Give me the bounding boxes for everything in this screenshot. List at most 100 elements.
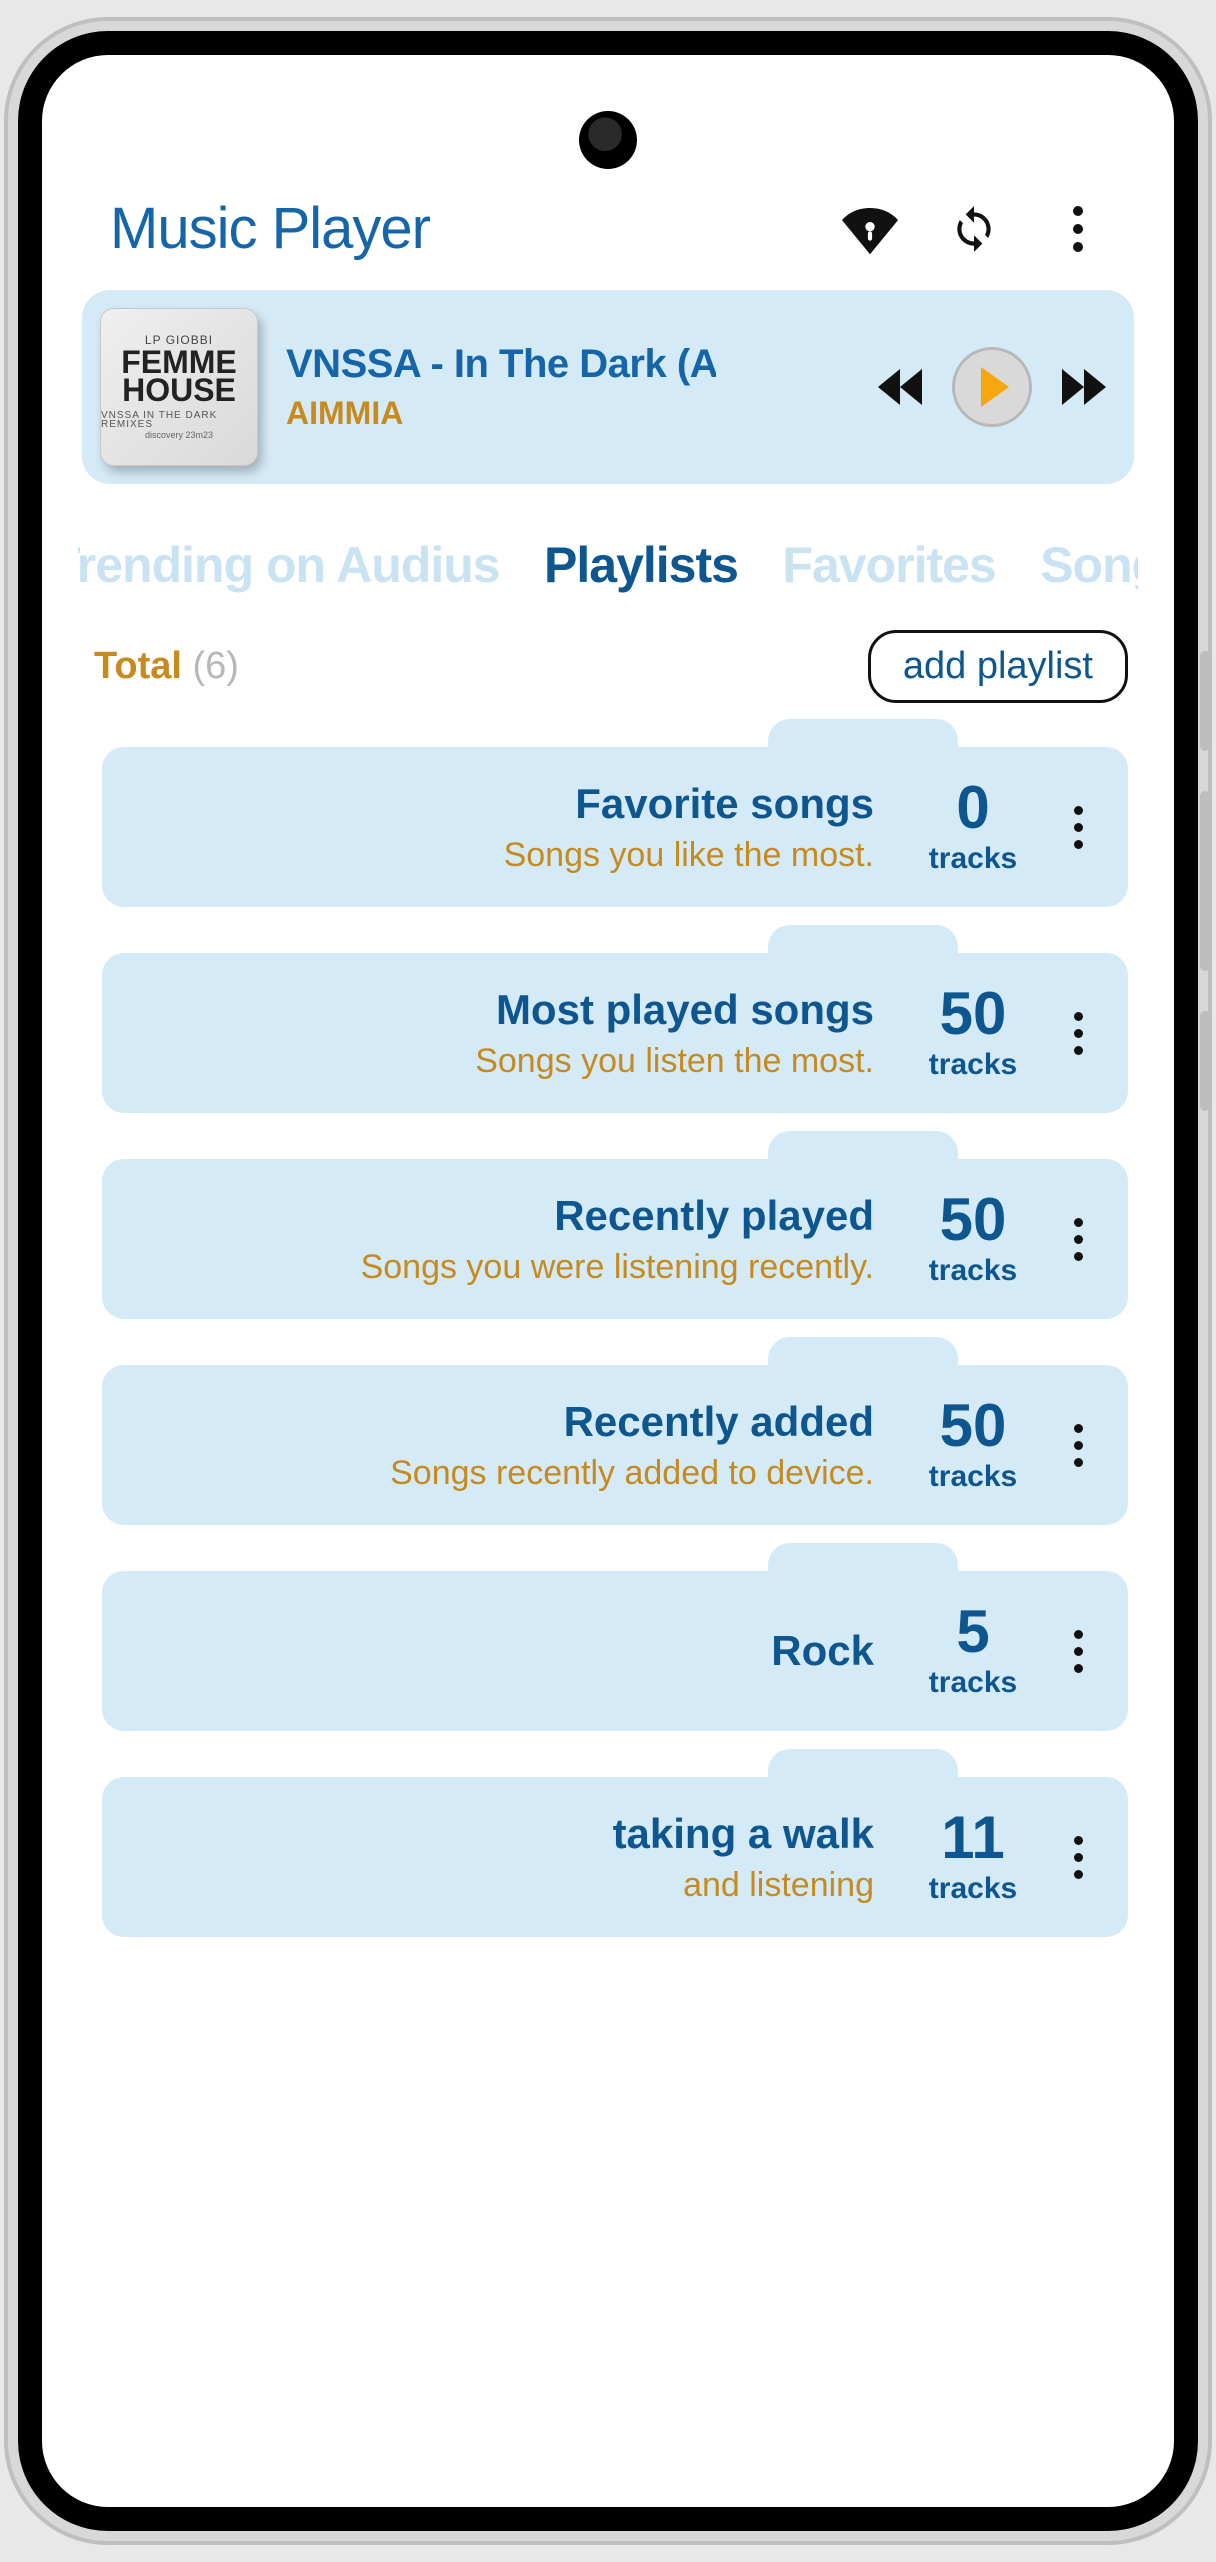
album-art-text: HOUSE bbox=[122, 376, 236, 405]
playlist-count: 50 tracks bbox=[898, 1190, 1048, 1288]
playlist-title: Recently added bbox=[132, 1398, 874, 1446]
dots-vertical-icon bbox=[1074, 1630, 1083, 1673]
playlist-title: Favorite songs bbox=[132, 780, 874, 828]
playlist-menu-button[interactable] bbox=[1048, 1218, 1108, 1261]
tab-playlists[interactable]: Playlists bbox=[544, 536, 738, 594]
playlist-count: 5 tracks bbox=[898, 1602, 1048, 1700]
album-art: LP GIOBBI FEMME HOUSE VNSSA IN THE DARK … bbox=[100, 308, 258, 466]
playlist-count-number: 50 bbox=[898, 1396, 1048, 1456]
play-icon bbox=[981, 367, 1009, 407]
side-button bbox=[1200, 791, 1210, 971]
row-tab-decoration bbox=[768, 1749, 958, 1809]
playlist-count-number: 5 bbox=[898, 1602, 1048, 1662]
add-playlist-button[interactable]: add playlist bbox=[868, 630, 1128, 703]
playlist-menu-button[interactable] bbox=[1048, 1424, 1108, 1467]
summary-row: Total (6) add playlist bbox=[78, 630, 1138, 703]
playlist-info: taking a walk and listening bbox=[132, 1810, 898, 1905]
header-actions bbox=[842, 201, 1106, 257]
screen: Music Player LP GIOBBI FEM bbox=[42, 55, 1174, 2507]
tab-songs[interactable]: Songs bbox=[1040, 536, 1138, 594]
playlist-list: Favorite songs Songs you like the most. … bbox=[78, 747, 1138, 1937]
side-button bbox=[1200, 1011, 1210, 1111]
sync-icon[interactable] bbox=[946, 201, 1002, 257]
now-playing-artist: AIMMIA bbox=[286, 395, 716, 432]
playlist-row[interactable]: Recently added Songs recently added to d… bbox=[102, 1365, 1128, 1525]
dots-vertical-icon bbox=[1074, 1012, 1083, 1055]
playlist-subtitle: Songs you like the most. bbox=[132, 836, 874, 875]
total-label: Total (6) bbox=[94, 645, 239, 688]
next-button[interactable] bbox=[1062, 369, 1106, 405]
playlist-info: Favorite songs Songs you like the most. bbox=[132, 780, 898, 875]
playlist-count-label: tracks bbox=[898, 1460, 1048, 1494]
playback-controls bbox=[878, 347, 1106, 427]
playlist-title: Recently played bbox=[132, 1192, 874, 1240]
playlist-count: 50 tracks bbox=[898, 984, 1048, 1082]
playlist-row[interactable]: taking a walk and listening 11 tracks bbox=[102, 1777, 1128, 1937]
wifi-icon[interactable] bbox=[842, 201, 898, 257]
playlist-subtitle: Songs you listen the most. bbox=[132, 1042, 874, 1081]
playlist-menu-button[interactable] bbox=[1048, 1836, 1108, 1879]
playlist-subtitle: Songs you were listening recently. bbox=[132, 1248, 874, 1287]
row-tab-decoration bbox=[768, 1543, 958, 1603]
playlist-count-label: tracks bbox=[898, 1048, 1048, 1082]
playlist-count-label: tracks bbox=[898, 1666, 1048, 1700]
now-playing-title: VNSSA - In The Dark (AIMMIA bbox=[286, 342, 716, 387]
playlist-count-label: tracks bbox=[898, 1872, 1048, 1906]
playlist-title: Rock bbox=[132, 1627, 874, 1675]
tab-favorites[interactable]: Favorites bbox=[782, 536, 995, 594]
playlist-menu-button[interactable] bbox=[1048, 806, 1108, 849]
total-word: Total bbox=[94, 645, 182, 687]
playlist-row[interactable]: Rock 5 tracks bbox=[102, 1571, 1128, 1731]
playlist-info: Recently played Songs you were listening… bbox=[132, 1192, 898, 1287]
playlist-count-label: tracks bbox=[898, 1254, 1048, 1288]
tab-trending[interactable]: Trending on Audius bbox=[78, 536, 500, 594]
app-title: Music Player bbox=[110, 195, 430, 262]
now-playing-bar[interactable]: LP GIOBBI FEMME HOUSE VNSSA IN THE DARK … bbox=[82, 290, 1134, 484]
playlist-count-label: tracks bbox=[898, 842, 1048, 876]
camera-notch bbox=[579, 111, 637, 169]
play-button[interactable] bbox=[952, 347, 1032, 427]
row-tab-decoration bbox=[768, 925, 958, 985]
playlist-info: Recently added Songs recently added to d… bbox=[132, 1398, 898, 1493]
playlist-card: Recently played Songs you were listening… bbox=[102, 1159, 1128, 1319]
playlist-card: Favorite songs Songs you like the most. … bbox=[102, 747, 1128, 907]
dots-vertical-icon bbox=[1074, 806, 1083, 849]
playlist-title: taking a walk bbox=[132, 1810, 874, 1858]
playlist-count-number: 50 bbox=[898, 1190, 1048, 1250]
row-tab-decoration bbox=[768, 1337, 958, 1397]
playlist-count: 11 tracks bbox=[898, 1808, 1048, 1906]
playlist-subtitle: Songs recently added to device. bbox=[132, 1454, 874, 1493]
playlist-row[interactable]: Recently played Songs you were listening… bbox=[102, 1159, 1128, 1319]
overflow-menu-icon[interactable] bbox=[1050, 201, 1106, 257]
dots-vertical-icon bbox=[1074, 1424, 1083, 1467]
playlist-menu-button[interactable] bbox=[1048, 1630, 1108, 1673]
dots-vertical-icon bbox=[1074, 1836, 1083, 1879]
playlist-subtitle: and listening bbox=[132, 1866, 874, 1905]
previous-button[interactable] bbox=[878, 369, 922, 405]
playlist-count: 0 tracks bbox=[898, 778, 1048, 876]
album-art-text: VNSSA IN THE DARK REMIXES bbox=[101, 411, 257, 429]
playlist-row[interactable]: Most played songs Songs you listen the m… bbox=[102, 953, 1128, 1113]
dots-vertical-icon bbox=[1074, 1218, 1083, 1261]
playlist-card: Rock 5 tracks bbox=[102, 1571, 1128, 1731]
now-playing-info: VNSSA - In The Dark (AIMMIA AIMMIA bbox=[286, 342, 716, 432]
app-header: Music Player bbox=[78, 195, 1138, 290]
playlist-menu-button[interactable] bbox=[1048, 1012, 1108, 1055]
playlist-info: Rock bbox=[132, 1627, 898, 1675]
playlist-title: Most played songs bbox=[132, 986, 874, 1034]
playlist-row[interactable]: Favorite songs Songs you like the most. … bbox=[102, 747, 1128, 907]
playlist-card: Recently added Songs recently added to d… bbox=[102, 1365, 1128, 1525]
album-art-text: discovery 23m23 bbox=[145, 431, 213, 439]
playlist-info: Most played songs Songs you listen the m… bbox=[132, 986, 898, 1081]
device-frame: Music Player LP GIOBBI FEM bbox=[18, 31, 1198, 2531]
playlist-card: taking a walk and listening 11 tracks bbox=[102, 1777, 1128, 1937]
playlist-count-number: 11 bbox=[898, 1808, 1048, 1868]
row-tab-decoration bbox=[768, 1131, 958, 1191]
playlist-card: Most played songs Songs you listen the m… bbox=[102, 953, 1128, 1113]
side-button bbox=[1200, 651, 1210, 751]
row-tab-decoration bbox=[768, 719, 958, 779]
tab-bar: Trending on Audius Playlists Favorites S… bbox=[78, 536, 1138, 594]
playlist-count-number: 0 bbox=[898, 778, 1048, 838]
total-count: (6) bbox=[193, 645, 239, 687]
playlist-count: 50 tracks bbox=[898, 1396, 1048, 1494]
